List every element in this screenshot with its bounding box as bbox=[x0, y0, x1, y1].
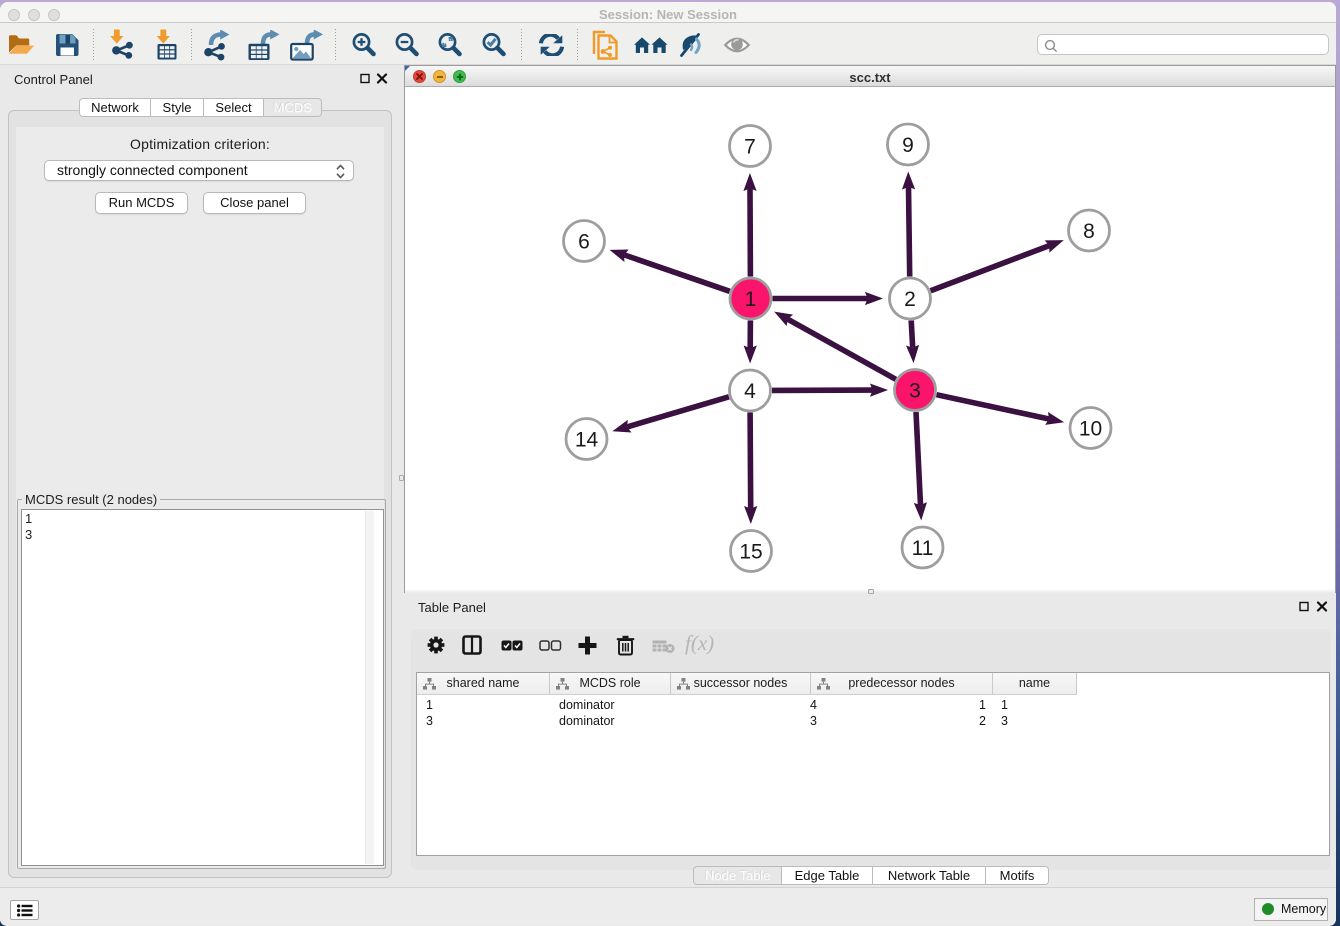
svg-text:1: 1 bbox=[745, 288, 757, 311]
svg-text:11: 11 bbox=[912, 537, 934, 560]
svg-text:15: 15 bbox=[739, 541, 762, 564]
svg-text:10: 10 bbox=[1079, 418, 1102, 441]
svg-text:2: 2 bbox=[904, 288, 916, 311]
svg-text:9: 9 bbox=[902, 134, 914, 157]
svg-text:8: 8 bbox=[1083, 220, 1095, 243]
svg-text:3: 3 bbox=[909, 380, 921, 403]
svg-text:4: 4 bbox=[744, 380, 756, 403]
svg-text:6: 6 bbox=[578, 231, 590, 254]
svg-text:7: 7 bbox=[744, 136, 756, 159]
svg-text:14: 14 bbox=[575, 429, 599, 452]
